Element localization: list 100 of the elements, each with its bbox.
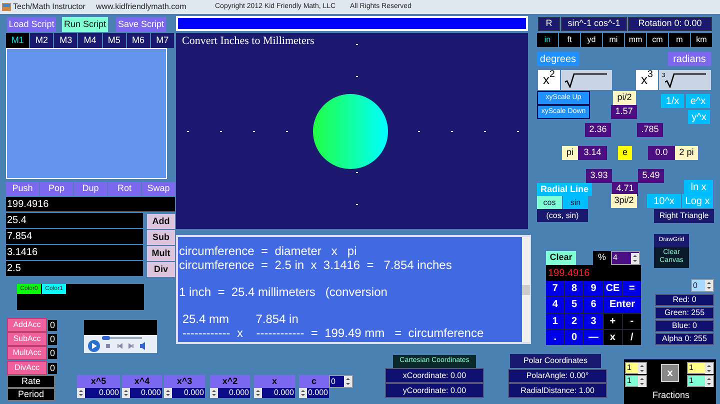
clear-button[interactable]: Clear — [546, 251, 576, 265]
keypad-key[interactable]: 2 — [565, 314, 584, 329]
unit-tab[interactable]: cm — [647, 33, 668, 47]
macro-tab[interactable]: M3 — [54, 33, 78, 48]
spinner-arrows-icon — [638, 376, 646, 386]
script-button[interactable]: Load Script — [7, 17, 56, 32]
keypad-key[interactable]: = — [622, 281, 641, 296]
script-button[interactable]: Run Script — [62, 17, 108, 32]
unit-tab[interactable]: yd — [581, 33, 602, 47]
stack-operation-button[interactable]: Sub — [147, 230, 175, 245]
stack-button[interactable]: Rot — [108, 182, 141, 196]
unit-circle-button[interactable]: 2 pi — [675, 146, 698, 160]
polynomial-term-button[interactable]: c — [299, 375, 329, 388]
number-spinner[interactable]: 0.000 — [122, 388, 162, 398]
polynomial-term-button[interactable]: x — [254, 375, 295, 388]
unit-tab[interactable]: m — [669, 33, 690, 47]
cube-button[interactable]: x$^{3}$ — [636, 70, 658, 90]
unit-circle-button[interactable]: pi — [562, 146, 578, 160]
unit-circle-button[interactable]: 5.49 — [638, 169, 664, 183]
macro-tab[interactable]: M7 — [150, 33, 174, 48]
script-button[interactable]: Save Script — [116, 17, 166, 32]
number-spinner[interactable]: 0.000 — [254, 388, 295, 398]
keypad-key[interactable]: 6 — [584, 297, 603, 312]
percent-button[interactable]: % — [593, 251, 611, 265]
polynomial-term-button[interactable]: x^4 — [122, 375, 162, 388]
unit-tab[interactable]: in — [537, 33, 558, 47]
keypad-key[interactable]: 9 — [584, 281, 603, 296]
unit-circle-button[interactable]: 2.36 — [585, 123, 611, 137]
keypad-key[interactable]: . — [546, 330, 564, 345]
square-root-button[interactable] — [561, 70, 612, 90]
unit-circle-button[interactable]: e — [618, 146, 632, 160]
number-spinner[interactable]: 0.000 — [210, 388, 250, 398]
keypad-key[interactable]: CE — [604, 281, 622, 296]
spinner-arrows-icon — [122, 388, 130, 398]
expression-field[interactable] — [176, 16, 528, 31]
keypad-key[interactable]: x — [604, 330, 622, 345]
unit-tab[interactable]: mm — [625, 33, 646, 47]
keypad-key[interactable]: 8 — [565, 281, 584, 296]
macro-tab[interactable]: M1 — [6, 33, 30, 48]
stack-operation-button[interactable]: Mult — [147, 246, 175, 261]
unit-tab[interactable]: km — [691, 33, 712, 47]
unit-tab[interactable]: ft — [559, 33, 580, 47]
notes-text-area[interactable]: circumference = diameter x pi circumference = 2.5 in x 3.1416 = 7.854 inches 1 inch = 25.4 millimeters (conversion 25.4 mm 7.854 in ------------ x ------------ = 199.49 mm = circumference — [176, 235, 531, 344]
unit-tab[interactable]: mi — [603, 33, 624, 47]
polar-title: Polar Coordinates — [510, 354, 601, 368]
unit-circle-button[interactable]: 3.93 — [586, 169, 612, 183]
keypad-key[interactable]: 3 — [584, 314, 603, 329]
unit-circle-button[interactable]: .785 — [637, 123, 663, 137]
number-spinner[interactable]: 1 — [687, 362, 714, 374]
macro-tab[interactable]: M4 — [78, 33, 102, 48]
square-button[interactable]: x$^{2}$ — [538, 70, 560, 90]
keypad-key[interactable]: 4 — [546, 297, 564, 312]
number-spinner[interactable]: 0 — [329, 375, 353, 388]
radians-button[interactable]: radians — [668, 52, 711, 66]
number-spinner[interactable]: 4 — [611, 251, 640, 265]
stack-top-value: 199.4916 — [6, 197, 175, 212]
spinner-arrows-icon — [705, 376, 713, 386]
cos-button[interactable]: cos — [537, 196, 562, 209]
number-spinner[interactable]: 0.000 — [77, 388, 120, 398]
number-spinner[interactable]: 0 — [691, 279, 714, 292]
scrollbar[interactable] — [522, 237, 530, 342]
keypad-key[interactable]: + — [604, 314, 622, 329]
keypad-key[interactable]: 7 — [546, 281, 564, 296]
keypad-key[interactable]: Enter — [604, 297, 641, 312]
stack-button[interactable]: Push — [6, 182, 39, 196]
number-spinner[interactable]: 1 — [687, 375, 714, 387]
number-spinner[interactable]: 0.000 — [299, 388, 329, 398]
stack-button[interactable]: Dup — [74, 182, 107, 196]
canvas-title: Convert Inches to Millimeters — [182, 34, 314, 48]
unit-circle-button[interactable]: pi/2 — [613, 91, 636, 105]
fraction-operator-button[interactable]: x — [661, 364, 679, 382]
unit-circle-button[interactable]: 3pi/2 — [611, 194, 637, 208]
script-editor[interactable] — [6, 48, 167, 179]
keypad-key[interactable]: 0 — [565, 330, 584, 345]
polynomial-term-button[interactable]: x^3 — [164, 375, 205, 388]
macro-tab[interactable]: M5 — [102, 33, 126, 48]
stack-button[interactable]: Pop — [40, 182, 73, 196]
media-player[interactable] — [84, 320, 157, 353]
macro-tab[interactable]: M6 — [126, 33, 150, 48]
number-spinner[interactable]: 1 — [625, 375, 647, 387]
polynomial-term-button[interactable]: x^5 — [77, 375, 120, 388]
macro-tab[interactable]: M2 — [30, 33, 54, 48]
number-spinner[interactable]: 1 — [625, 362, 647, 374]
stack-operation-button[interactable]: Div — [147, 262, 175, 277]
right-triangle-button[interactable]: Right Triangle — [654, 209, 714, 223]
sin-button[interactable]: sin — [563, 196, 588, 209]
keypad-key[interactable]: 5 — [565, 297, 584, 312]
keypad-key[interactable]: / — [622, 330, 641, 345]
unit-circle-button[interactable]: 1.57 — [611, 105, 637, 119]
number-spinner[interactable]: 0.000 — [164, 388, 205, 398]
unit-circle-button[interactable]: 0.0 — [648, 146, 675, 160]
stack-operation-button[interactable]: Add — [147, 214, 175, 229]
keypad-key[interactable]: - — [622, 314, 641, 329]
unit-circle-button[interactable]: 3.14 — [578, 146, 607, 160]
stack-button[interactable]: Swap — [142, 182, 175, 196]
keypad-key[interactable]: — — [584, 330, 603, 345]
reset-button[interactable]: R — [538, 17, 560, 31]
polynomial-term-button[interactable]: x^2 — [210, 375, 250, 388]
keypad-key[interactable]: 1 — [546, 314, 564, 329]
spinner-arrows-icon — [705, 280, 713, 291]
